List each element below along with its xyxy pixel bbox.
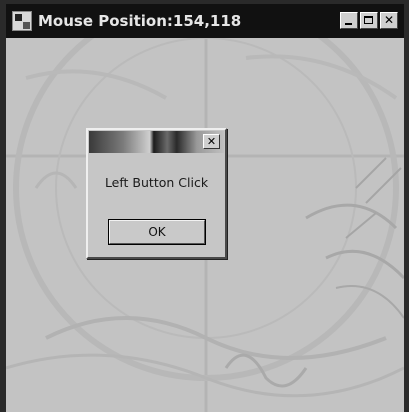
close-button[interactable]: ✕: [380, 12, 398, 29]
dialog-message: Left Button Click: [104, 175, 209, 190]
message-dialog: ✕ Left Button Click OK: [86, 128, 227, 259]
application-window-icon[interactable]: [12, 11, 32, 31]
main-window: Mouse Position:154,118 ✕ ✕ Left Button C…: [0, 0, 409, 412]
window-title: Mouse Position:154,118: [38, 12, 242, 30]
title-bar[interactable]: Mouse Position:154,118 ✕: [6, 4, 404, 38]
maximize-icon: [364, 16, 373, 24]
dialog-title-bar[interactable]: ✕: [89, 131, 224, 153]
ok-button[interactable]: OK: [108, 219, 206, 245]
ok-button-label: OK: [109, 220, 205, 244]
dialog-close-button[interactable]: ✕: [203, 134, 220, 149]
minimize-icon: [345, 23, 352, 25]
maximize-button[interactable]: [360, 12, 378, 29]
minimize-button[interactable]: [340, 12, 358, 29]
window-controls: ✕: [340, 12, 398, 29]
close-icon: ✕: [206, 135, 217, 148]
close-icon: ✕: [383, 13, 395, 27]
